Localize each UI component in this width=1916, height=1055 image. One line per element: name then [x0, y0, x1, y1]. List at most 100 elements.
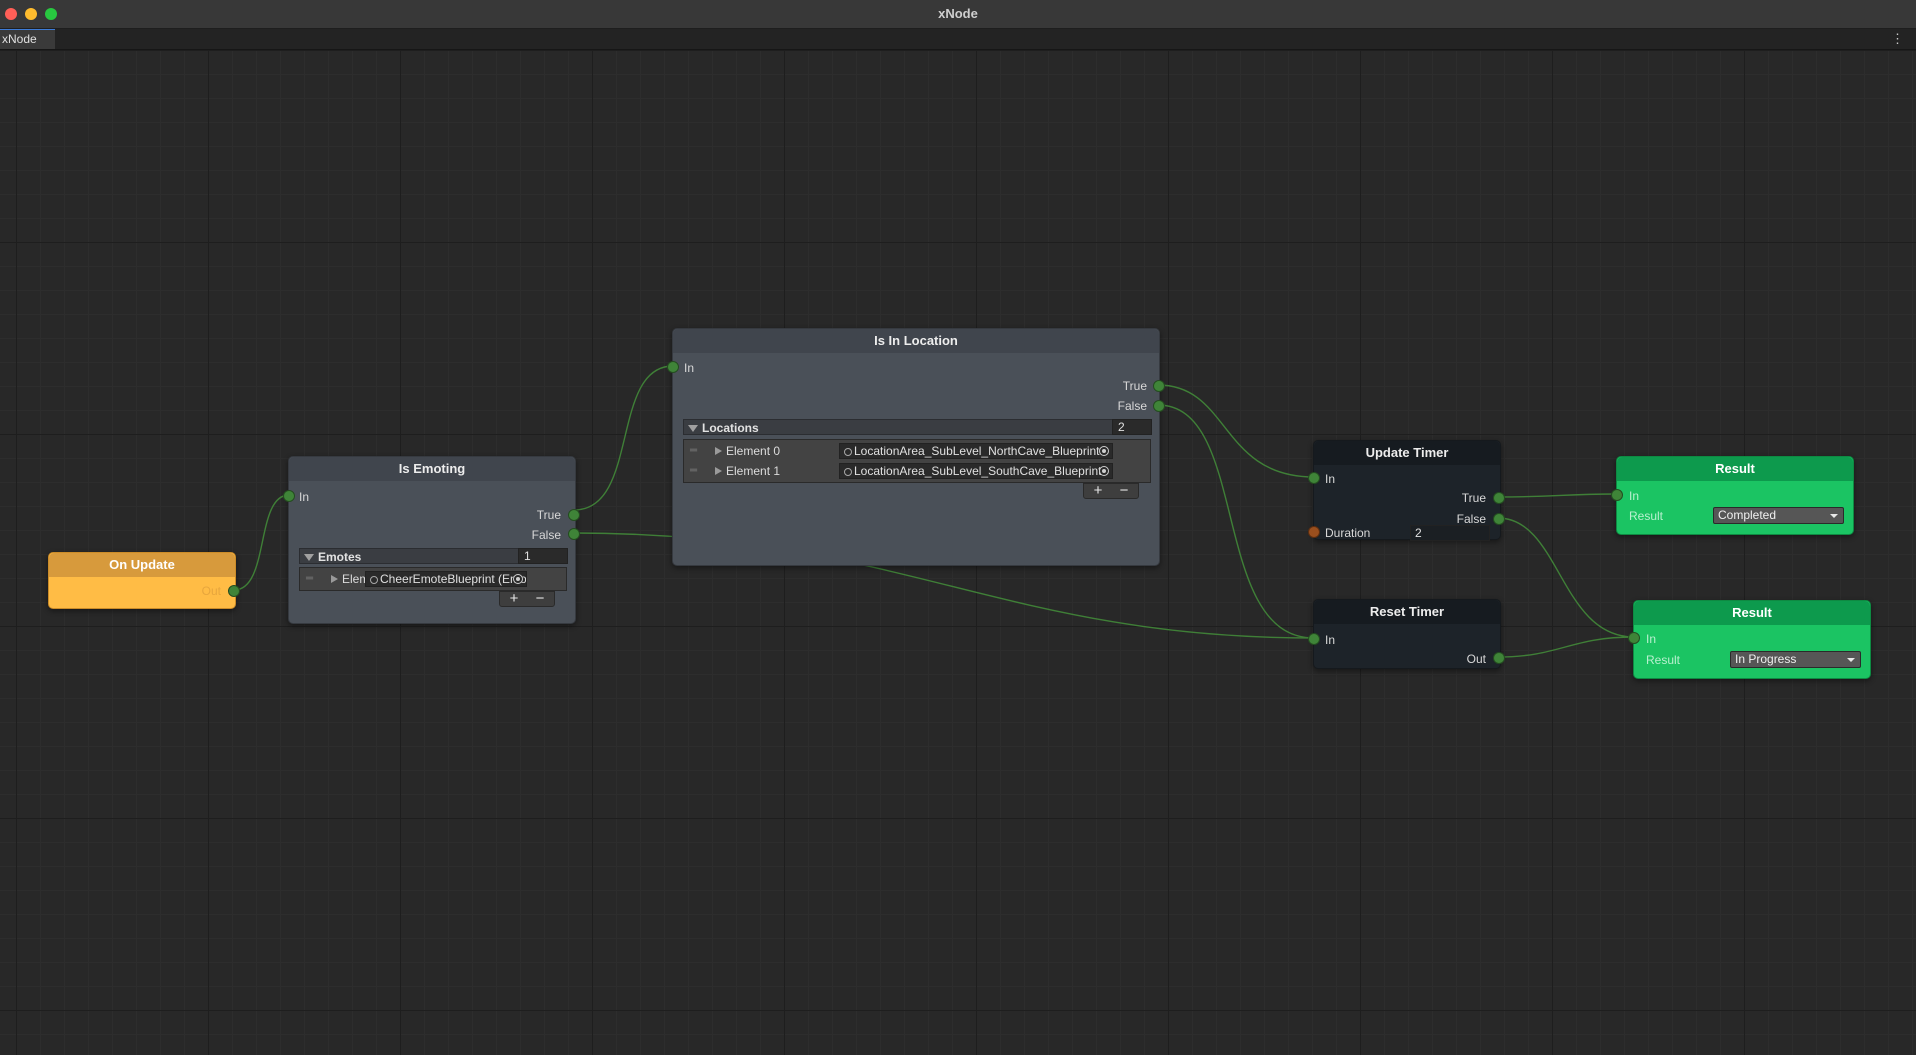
node-result-completed[interactable]: Result In Result Completed: [1611, 456, 1854, 535]
port-label-true: True: [1122, 379, 1147, 393]
port-label-in: In: [684, 361, 695, 375]
object-field[interactable]: LocationArea_SubLevel_SouthCave_Blueprin…: [839, 463, 1113, 479]
port-out[interactable]: [228, 585, 240, 597]
list-header-emotes[interactable]: Emotes 1: [299, 548, 568, 564]
object-field-value: LocationArea_SubLevel_SouthCave_Blueprin…: [854, 464, 1102, 478]
object-picker-icon[interactable]: [1099, 466, 1109, 476]
object-field-icon: [844, 468, 852, 476]
object-field[interactable]: LocationArea_SubLevel_NorthCave_Blueprin…: [839, 443, 1113, 459]
object-field-icon: [844, 448, 852, 456]
port-label-in: In: [1629, 489, 1640, 503]
port-label-out: Out: [201, 584, 221, 598]
object-picker-icon[interactable]: [1099, 446, 1109, 456]
list-item[interactable]: ═ Element 0 LocationArea_SubLevel_NorthC…: [684, 442, 1150, 460]
port-label-in: In: [1325, 472, 1336, 486]
window-title: xNode: [938, 6, 978, 21]
element-label: Element 1: [726, 464, 781, 478]
port-label-true: True: [1461, 491, 1486, 505]
list-header-locations[interactable]: Locations 2: [683, 419, 1152, 435]
chevron-down-icon: [1830, 514, 1838, 518]
port-label-true: True: [536, 508, 561, 522]
list-title: Locations: [702, 421, 759, 435]
node-title: Reset Timer: [1314, 600, 1500, 624]
node-update-timer[interactable]: Update Timer In True False Duration 2: [1308, 440, 1505, 541]
port-in[interactable]: [1611, 489, 1623, 501]
wire-onupdate-isemoting: [233, 494, 290, 591]
wire-updatetimer-true-resultcompleted: [1497, 493, 1618, 498]
element-label: Element 0: [342, 572, 365, 586]
foldout-triangle-icon: [304, 554, 314, 561]
node-is-emoting[interactable]: Is Emoting In True False Emotes 1 ═ Elem…: [283, 456, 580, 624]
drag-handle-icon[interactable]: ═: [690, 462, 697, 480]
port-label-in: In: [1325, 633, 1336, 647]
result-dropdown-value: Completed: [1718, 508, 1777, 522]
tab-xnode[interactable]: xNode: [0, 29, 55, 49]
add-element-button[interactable]: +: [504, 590, 524, 607]
result-dropdown[interactable]: In Progress: [1730, 651, 1861, 668]
port-label-in: In: [1646, 632, 1657, 646]
foldout-triangle-icon[interactable]: [715, 447, 722, 455]
port-in[interactable]: [1308, 472, 1320, 484]
port-label-false: False: [1456, 512, 1486, 526]
object-field-value: LocationArea_SubLevel_NorthCave_Blueprin…: [854, 444, 1100, 458]
object-field[interactable]: CheerEmoteBlueprint (Emote Blueprint): [365, 571, 527, 587]
port-in[interactable]: [1308, 633, 1320, 645]
remove-element-button[interactable]: −: [1114, 482, 1134, 499]
node-on-update[interactable]: On Update Out: [48, 552, 240, 609]
port-in[interactable]: [1628, 632, 1640, 644]
result-dropdown[interactable]: Completed: [1713, 507, 1844, 524]
port-label-in: In: [299, 490, 310, 504]
wire-isinlocation-false-resettimer: [1157, 404, 1315, 639]
more-vertical-icon[interactable]: ⋮: [1891, 31, 1904, 47]
node-reset-timer[interactable]: Reset Timer In Out: [1308, 599, 1505, 669]
list-item[interactable]: ═ Element 1 LocationArea_SubLevel_SouthC…: [684, 462, 1150, 480]
port-out[interactable]: [1493, 652, 1505, 664]
list-add-remove: + −: [1083, 482, 1139, 499]
list-body-emotes: ═ Element 0 CheerEmoteBlueprint (Emote B…: [299, 567, 567, 591]
field-label-duration: Duration: [1325, 526, 1371, 540]
field-label-result: Result: [1646, 653, 1681, 667]
port-label-false: False: [531, 528, 561, 542]
port-label-out: Out: [1466, 652, 1486, 666]
remove-element-button[interactable]: −: [530, 590, 550, 607]
port-false[interactable]: [568, 528, 580, 540]
list-count-field[interactable]: 1: [518, 548, 568, 564]
node-title: Is Emoting: [289, 457, 575, 481]
port-duration[interactable]: [1308, 526, 1320, 538]
foldout-triangle-icon: [688, 425, 698, 432]
port-false[interactable]: [1493, 513, 1505, 525]
list-item[interactable]: ═ Element 0 CheerEmoteBlueprint (Emote B…: [300, 570, 566, 588]
element-label: Element 0: [726, 444, 781, 458]
port-false[interactable]: [1153, 400, 1165, 412]
port-true[interactable]: [1153, 380, 1165, 392]
wire-resettimer-out-resultinprogress: [1497, 636, 1635, 658]
result-dropdown-value: In Progress: [1735, 652, 1797, 666]
list-title: Emotes: [318, 550, 362, 564]
field-label-result: Result: [1629, 509, 1664, 523]
drag-handle-icon[interactable]: ═: [690, 442, 697, 460]
node-title: Result: [1634, 601, 1870, 625]
duration-input[interactable]: 2: [1410, 525, 1490, 541]
node-title: Result: [1617, 457, 1853, 481]
port-true[interactable]: [568, 509, 580, 521]
graph-canvas[interactable]: On Update Out Is Emoting In True False E…: [0, 50, 1916, 1055]
list-body-locations: ═ Element 0 LocationArea_SubLevel_NorthC…: [683, 439, 1151, 483]
node-title: On Update: [49, 553, 235, 577]
window-titlebar: xNode: [0, 0, 1916, 29]
node-title: Is In Location: [673, 329, 1159, 353]
wire-updatetimer-false-resultinprogress: [1497, 517, 1635, 638]
wire-isinlocation-true-updatetimer: [1157, 384, 1315, 478]
port-in[interactable]: [283, 490, 295, 502]
wire-isemoting-true-isinlocation: [573, 365, 674, 511]
object-picker-icon[interactable]: [513, 574, 523, 584]
port-true[interactable]: [1493, 492, 1505, 504]
list-count-field[interactable]: 2: [1112, 419, 1152, 435]
foldout-triangle-icon[interactable]: [331, 575, 338, 583]
object-field-icon: [370, 576, 378, 584]
node-result-in-progress[interactable]: Result In Result In Progress: [1628, 600, 1871, 679]
node-is-in-location[interactable]: Is In Location In True False Locations 2…: [667, 328, 1165, 566]
drag-handle-icon[interactable]: ═: [306, 570, 313, 588]
add-element-button[interactable]: +: [1088, 482, 1108, 499]
foldout-triangle-icon[interactable]: [715, 467, 722, 475]
port-in[interactable]: [667, 361, 679, 373]
